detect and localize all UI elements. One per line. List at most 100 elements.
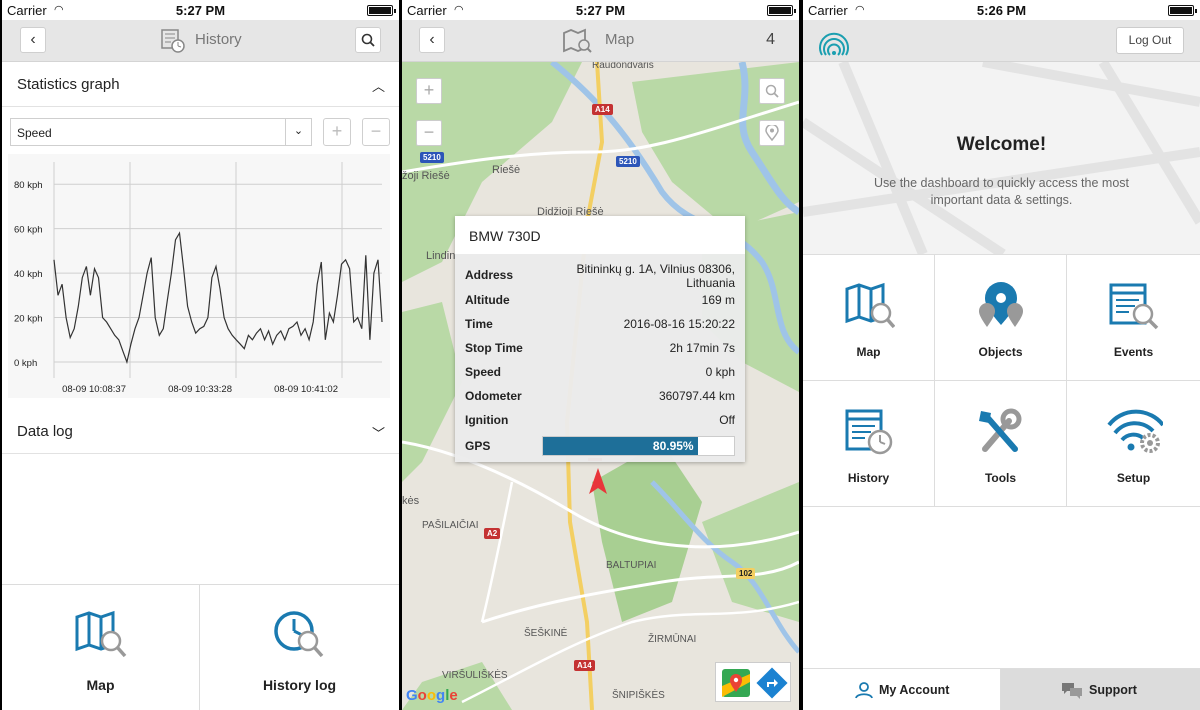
- info-key: Time: [465, 317, 493, 331]
- gps-progress-bar: 80.95%: [542, 436, 735, 456]
- tab-my-account[interactable]: My Account: [803, 669, 1001, 710]
- status-bar: Carrier ◠ 5:27 PM: [2, 0, 399, 20]
- dashboard-item-map[interactable]: Map: [803, 255, 935, 381]
- chevron-left-icon: ‹: [429, 31, 435, 48]
- map-place-label: žoji Riešė: [402, 170, 450, 182]
- app-logo-icon: [819, 32, 849, 56]
- y-tick-label: 0 kph: [14, 358, 37, 369]
- info-value: Off: [719, 413, 735, 427]
- dashboard-item-history[interactable]: History: [803, 381, 935, 507]
- nav-bar: ‹ History: [2, 20, 399, 62]
- history-bottom-tiles: Map History log: [2, 584, 399, 710]
- back-button[interactable]: ‹: [20, 27, 46, 53]
- map-zoom-out-button[interactable]: −: [416, 120, 442, 146]
- y-tick-label: 20 kph: [14, 314, 43, 325]
- zoom-in-button[interactable]: +: [323, 118, 351, 146]
- clock: 5:27 PM: [575, 3, 626, 18]
- info-value: 2h 17min 7s: [669, 341, 735, 355]
- road-badge: 5210: [420, 152, 444, 163]
- dashboard-item-label: Events: [1113, 345, 1154, 359]
- object-count: 4: [766, 31, 775, 48]
- map-place-label: Lindin: [426, 250, 456, 262]
- welcome-text: Use the dashboard to quickly access the …: [874, 176, 1129, 207]
- dashboard-item-setup[interactable]: Setup: [1067, 381, 1200, 507]
- map-zoom-in-button[interactable]: +: [416, 78, 442, 104]
- statistics-graph-label: Statistics graph: [17, 76, 120, 93]
- road-badge: 5210: [616, 156, 640, 167]
- vehicle-name: BMW 730D: [455, 216, 745, 254]
- bottom-tab-bar: My Account Support: [803, 668, 1200, 710]
- plus-icon: +: [331, 121, 343, 141]
- street-map-watermark: [803, 62, 1200, 254]
- welcome-title: Welcome!: [956, 134, 1047, 155]
- map-search-button[interactable]: [759, 78, 785, 104]
- speed-series-line: [53, 231, 383, 365]
- chevron-left-icon: ‹: [30, 31, 36, 48]
- status-bar: Carrier ◠ 5:26 PM: [803, 0, 1200, 20]
- navigation-app-icon[interactable]: [756, 667, 788, 699]
- search-button[interactable]: [355, 27, 381, 53]
- history-screen: Carrier ◠ 5:27 PM ‹ History Statistics g…: [2, 0, 399, 710]
- map-place-label: ŠNIPIŠKĖS: [612, 690, 665, 701]
- road-badge: A14: [574, 660, 595, 671]
- data-log-header[interactable]: Data log ﹀: [2, 410, 399, 454]
- road-badge: 102: [736, 568, 756, 579]
- map-screen: Carrier ◠ 5:27 PM ‹ Map 4 Raudondvaris R…: [402, 0, 799, 710]
- info-value: 169 m: [701, 293, 735, 307]
- map-icon: [845, 282, 895, 329]
- map-place-label: Riešė: [492, 164, 521, 176]
- nav-bar: ‹ Map 4: [402, 20, 799, 62]
- map-place-label: VIRŠULIŠKĖS: [442, 670, 508, 681]
- y-tick-label: 40 kph: [14, 269, 43, 280]
- x-tick-label: 08-09 10:08:37: [62, 384, 126, 395]
- map-icon: [75, 610, 126, 658]
- info-key: Speed: [465, 365, 502, 379]
- metric-select-value: Speed: [17, 126, 52, 140]
- data-log-label: Data log: [17, 423, 73, 440]
- dashboard-item-events[interactable]: Events: [1067, 255, 1200, 381]
- info-value: Bitininkų g. 1A, Vilnius 08306, Lithuani…: [576, 262, 735, 290]
- app-screenshots: Carrier ◠ 5:27 PM ‹ History Statistics g…: [0, 0, 1200, 710]
- map-place-label: BALTUPIAI: [606, 560, 657, 571]
- map-tile[interactable]: Map: [2, 585, 200, 710]
- chat-bubbles-icon: [1062, 683, 1082, 699]
- history-icon: [161, 29, 185, 53]
- location-pin-icon: [765, 123, 779, 142]
- map-place-label: ŽIRMŪNAI: [648, 634, 697, 645]
- map-place-label: PAŠILAIČIAI: [422, 520, 479, 531]
- info-row-gps: GPS 80.95%: [465, 436, 735, 458]
- user-icon: [855, 682, 873, 699]
- chevron-up-icon: ︿: [371, 79, 385, 94]
- history-icon: [845, 409, 893, 455]
- gps-progress-fill: 80.95%: [543, 437, 698, 455]
- clock: 5:27 PM: [175, 3, 226, 18]
- dashboard-item-objects[interactable]: Objects: [935, 255, 1067, 381]
- nav-apps-panel: [715, 662, 791, 702]
- battery-icon: [367, 5, 396, 16]
- zoom-out-button[interactable]: −: [362, 118, 390, 146]
- battery-icon: [1168, 5, 1197, 16]
- map-view[interactable]: Raudondvaris Riešė žoji Riešė Didžioji R…: [402, 62, 799, 710]
- google-logo: Google: [406, 687, 458, 704]
- google-maps-icon[interactable]: [721, 668, 751, 698]
- y-tick-label: 80 kph: [14, 180, 43, 191]
- vehicle-arrow-icon[interactable]: [588, 466, 608, 496]
- history-log-tile[interactable]: History log: [200, 585, 399, 710]
- welcome-banner: Welcome! Use the dashboard to quickly ac…: [803, 62, 1200, 254]
- dashboard-item-label: Tools: [984, 471, 1017, 485]
- dashboard-screen: Carrier ◠ 5:26 PM Log Out Welcome! Use t…: [803, 0, 1200, 710]
- history-log-icon: [273, 611, 323, 658]
- dashboard-item-label: Setup: [1116, 471, 1151, 485]
- metric-select[interactable]: Speed ⌄: [10, 118, 312, 146]
- map-place-label: Raudondvaris: [592, 62, 654, 71]
- map-location-button[interactable]: [759, 120, 785, 146]
- dashboard-item-tools[interactable]: Tools: [935, 381, 1067, 507]
- statistics-graph-header[interactable]: Statistics graph ︿: [2, 63, 399, 107]
- back-button[interactable]: ‹: [419, 27, 445, 53]
- battery-icon: [767, 5, 796, 16]
- tab-label: My Account: [879, 683, 950, 697]
- page-title: Map: [605, 31, 635, 48]
- tab-support[interactable]: Support: [1001, 669, 1200, 710]
- logout-button[interactable]: Log Out: [1116, 27, 1184, 54]
- dashboard-grid: Map Objects Events History Tools Setup: [803, 254, 1200, 507]
